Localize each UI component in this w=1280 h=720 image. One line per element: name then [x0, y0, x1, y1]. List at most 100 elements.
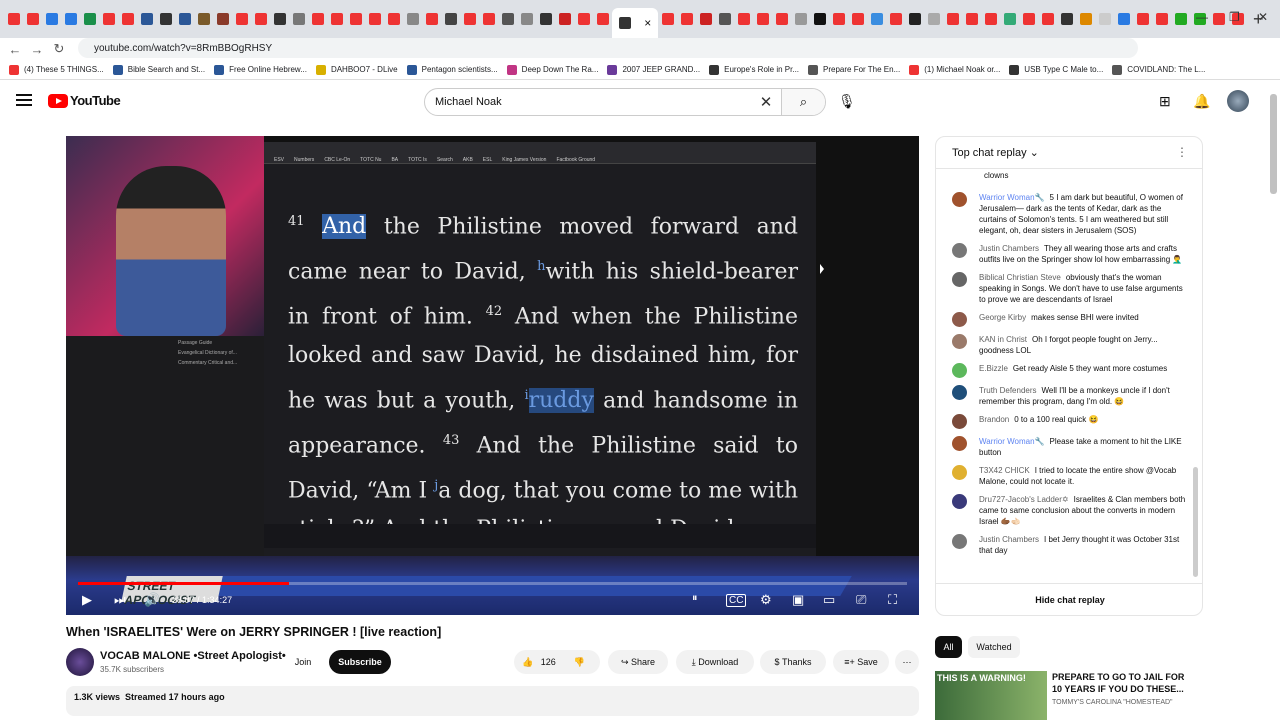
like-button[interactable]: 👍 126 👎 — [514, 650, 600, 674]
browser-tab[interactable] — [886, 8, 905, 30]
browser-tab[interactable] — [593, 8, 612, 30]
related-title[interactable]: PREPARE TO GO TO JAIL FOR 10 YEARS IF YO… — [1052, 671, 1192, 695]
browser-tab[interactable] — [962, 8, 981, 30]
browser-tab[interactable] — [1133, 8, 1152, 30]
settings-gear-icon[interactable]: ⚙ — [760, 592, 772, 608]
minimize-button[interactable]: — — [1196, 10, 1208, 24]
browser-tab[interactable] — [696, 8, 715, 30]
browser-tab[interactable] — [498, 8, 517, 30]
browser-tab[interactable] — [327, 8, 346, 30]
browser-tab[interactable] — [213, 8, 232, 30]
browser-tab[interactable] — [1209, 8, 1228, 30]
browser-tab[interactable] — [194, 8, 213, 30]
create-icon[interactable]: ⊞ — [1159, 93, 1171, 110]
browser-tab[interactable] — [536, 8, 555, 30]
notifications-bell-icon[interactable]: 🔔 — [1193, 93, 1210, 110]
thanks-button[interactable]: $ Thanks — [760, 650, 826, 674]
chat-scrollbar[interactable] — [1193, 467, 1198, 577]
browser-tab[interactable] — [175, 8, 194, 30]
browser-tab[interactable] — [99, 8, 118, 30]
browser-tab[interactable] — [346, 8, 365, 30]
browser-tab[interactable] — [555, 8, 574, 30]
browser-tab[interactable] — [80, 8, 99, 30]
back-button[interactable]: ← — [4, 42, 26, 57]
chat-menu-icon[interactable]: ⋮ — [1176, 145, 1188, 159]
browser-tab[interactable] — [677, 8, 696, 30]
play-icon[interactable]: ▶ — [82, 592, 92, 608]
download-button[interactable]: ⤓ Download — [676, 650, 754, 674]
browser-tab[interactable] — [289, 8, 308, 30]
url-field[interactable]: youtube.com/watch?v=8RmBBOgRHSY — [78, 38, 1138, 58]
volume-icon[interactable]: 🔊 — [144, 592, 160, 608]
mic-icon[interactable]: 🎙 — [838, 93, 856, 110]
share-button[interactable]: ↪ Share — [608, 650, 668, 674]
browser-tab[interactable] — [403, 8, 422, 30]
browser-tab[interactable] — [270, 8, 289, 30]
channel-avatar[interactable] — [66, 648, 94, 676]
bookmark-item[interactable]: Europe's Role in Pr... — [709, 64, 799, 75]
clear-search-icon[interactable]: ✕ — [751, 93, 781, 111]
browser-tab[interactable] — [4, 8, 23, 30]
browser-tab[interactable] — [517, 8, 536, 30]
browser-tab[interactable] — [924, 8, 943, 30]
related-thumbnail[interactable]: THIS IS A WARNING! — [935, 671, 1047, 720]
browser-tab[interactable]: × — [612, 8, 658, 38]
browser-tab[interactable] — [232, 8, 251, 30]
close-tab-icon[interactable]: × — [644, 16, 651, 30]
browser-tab[interactable] — [1076, 8, 1095, 30]
search-input[interactable]: Michael Noak — [425, 96, 751, 108]
browser-tab[interactable] — [61, 8, 80, 30]
theater-mode-icon[interactable]: ▭ — [823, 592, 835, 608]
browser-tab[interactable] — [1114, 8, 1133, 30]
browser-tab[interactable] — [479, 8, 498, 30]
browser-tab[interactable] — [981, 8, 1000, 30]
chip-watched[interactable]: Watched — [968, 636, 1020, 658]
browser-tab[interactable] — [574, 8, 593, 30]
close-window-button[interactable]: ✕ — [1258, 10, 1268, 24]
browser-tab[interactable] — [658, 8, 677, 30]
progress-bar[interactable] — [78, 582, 907, 585]
restore-button[interactable]: ❐ — [1229, 10, 1240, 24]
bookmark-item[interactable]: DAHBOO7 - DLive — [315, 64, 398, 75]
browser-tab[interactable] — [791, 8, 810, 30]
search-button[interactable]: ⌕ — [781, 89, 825, 115]
browser-tab[interactable] — [1038, 8, 1057, 30]
thumbs-down-icon[interactable]: 👎 — [574, 657, 585, 668]
chat-header[interactable]: Top chat replay ⌄ ⋮ — [936, 137, 1202, 169]
search-box[interactable]: Michael Noak ✕ ⌕ — [424, 88, 826, 116]
miniplayer-icon[interactable]: ▣ — [792, 592, 804, 608]
browser-tab[interactable] — [905, 8, 924, 30]
browser-tab[interactable] — [734, 8, 753, 30]
bookmark-item[interactable]: 2007 JEEP GRAND... — [607, 64, 700, 75]
browser-tab[interactable] — [1171, 8, 1190, 30]
page-scrollbar[interactable] — [1270, 94, 1277, 194]
browser-tab[interactable] — [772, 8, 791, 30]
bookmark-item[interactable]: Prepare For The En... — [808, 64, 900, 75]
browser-tab[interactable] — [810, 8, 829, 30]
bookmark-item[interactable]: USB Type C Male to... — [1009, 64, 1103, 75]
cast-icon[interactable]: ⎚ — [856, 592, 866, 608]
browser-tab[interactable] — [460, 8, 479, 30]
browser-tab[interactable] — [156, 8, 175, 30]
browser-tab[interactable] — [365, 8, 384, 30]
related-channel[interactable]: TOMMY'S CAROLINA "HOMESTEAD" — [1052, 699, 1173, 706]
browser-tab[interactable] — [118, 8, 137, 30]
browser-tab[interactable] — [715, 8, 734, 30]
browser-tab[interactable] — [1000, 8, 1019, 30]
account-avatar[interactable] — [1227, 90, 1249, 112]
browser-tab[interactable] — [1152, 8, 1171, 30]
video-player[interactable]: Passage Guide Evangelical Dictionary of..… — [66, 136, 919, 615]
autoplay-toggle-icon[interactable]: ⏸ — [692, 592, 698, 605]
browser-tab[interactable] — [441, 8, 460, 30]
chip-all[interactable]: All — [935, 636, 962, 658]
bookmark-item[interactable]: Deep Down The Ra... — [506, 64, 598, 75]
browser-tab[interactable] — [384, 8, 403, 30]
browser-tab[interactable] — [308, 8, 327, 30]
bookmark-item[interactable]: Free Online Hebrew... — [214, 64, 307, 75]
browser-tab[interactable] — [1019, 8, 1038, 30]
browser-tab[interactable] — [42, 8, 61, 30]
next-icon[interactable]: ⏭ — [114, 592, 126, 608]
hamburger-menu-icon[interactable] — [16, 94, 32, 106]
browser-tab[interactable] — [422, 8, 441, 30]
bookmark-item[interactable]: (4) These 5 THINGS... — [9, 64, 104, 75]
